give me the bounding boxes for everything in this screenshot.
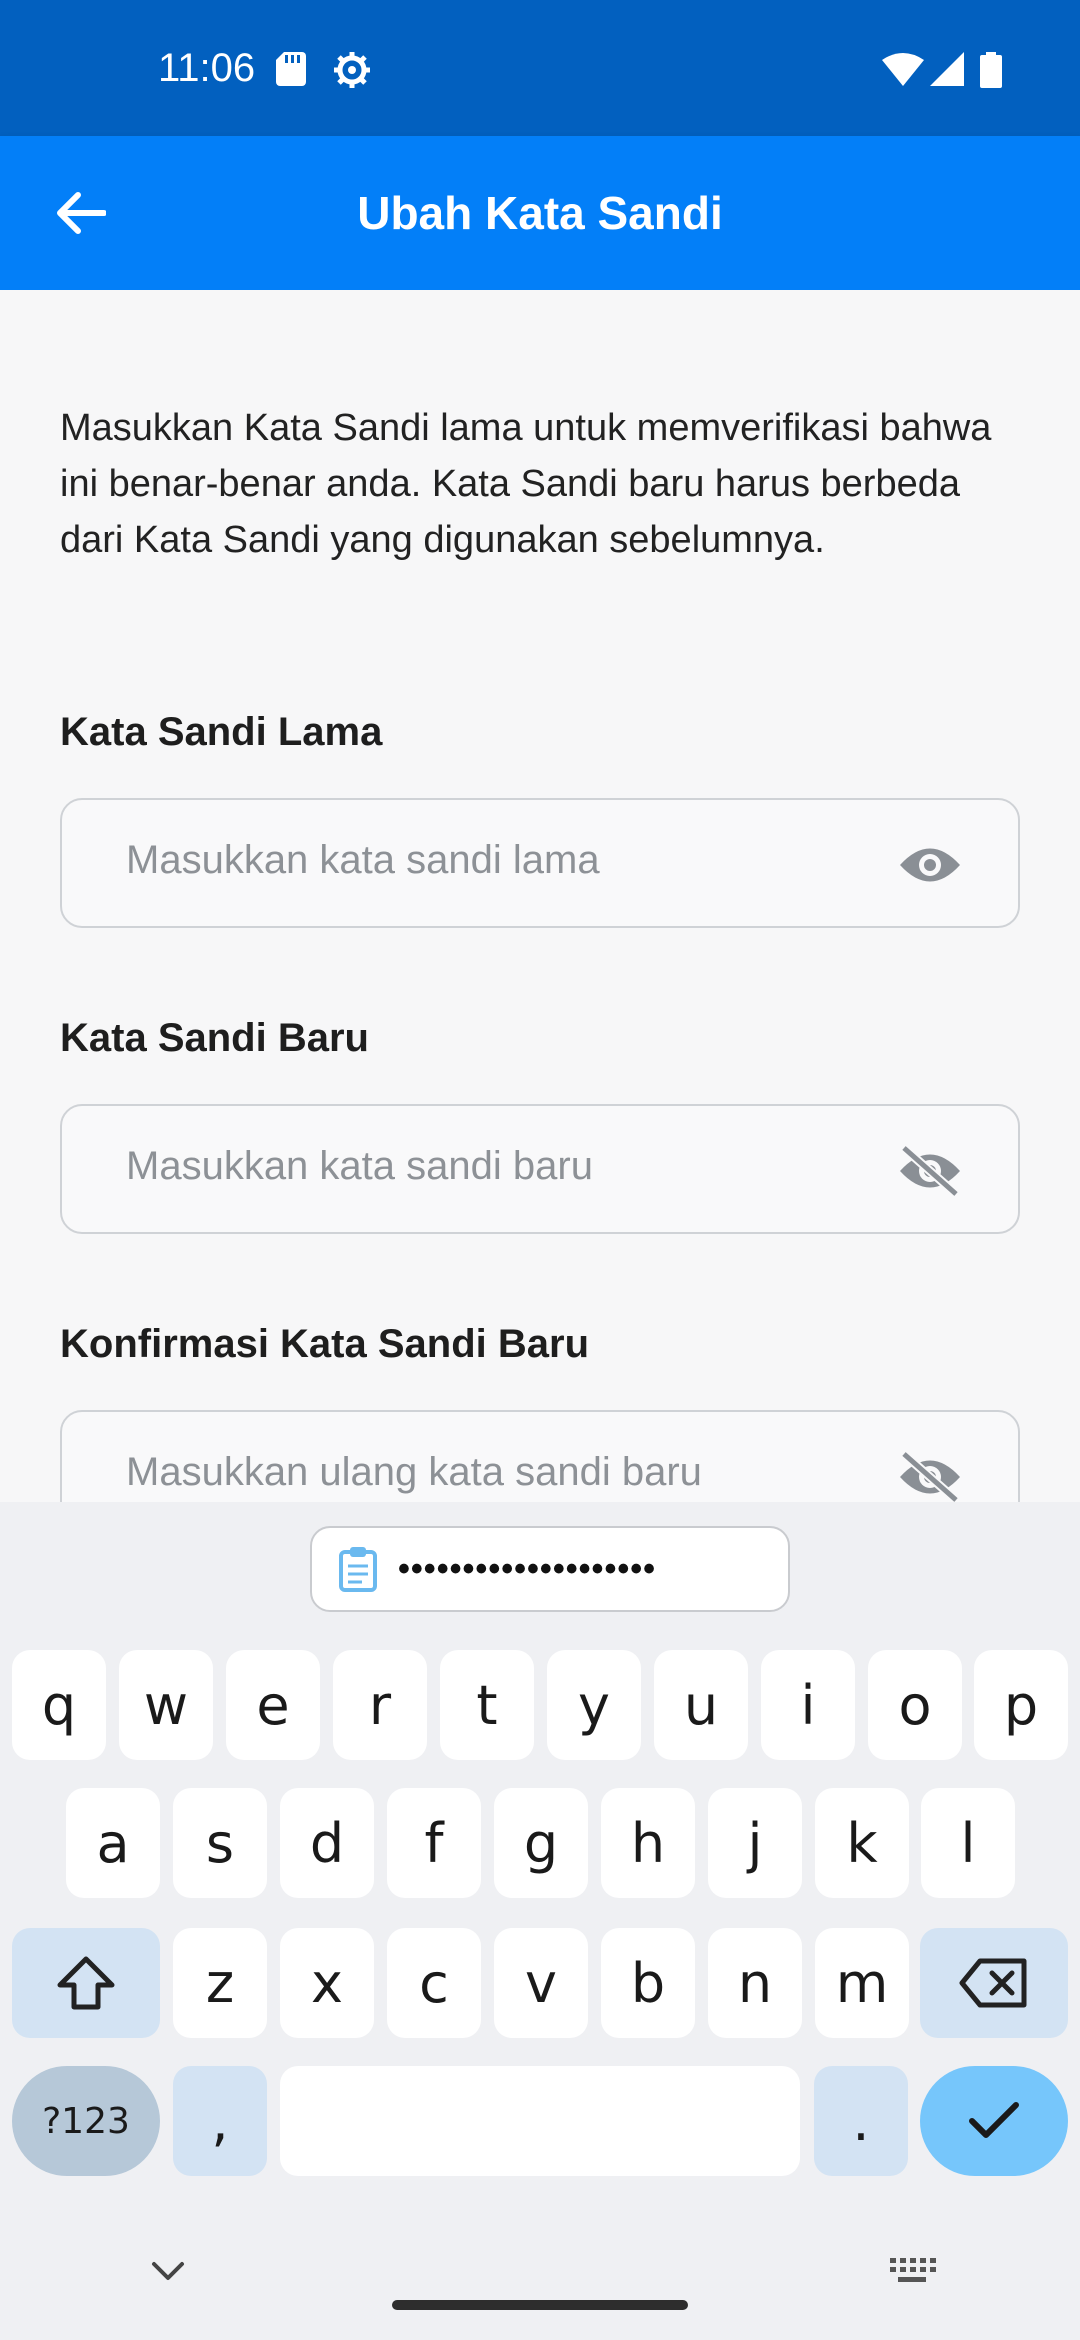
key-q[interactable]: q [12,1650,106,1760]
key-v[interactable]: v [494,1928,588,2038]
status-bar: 11:06 [0,0,1080,136]
key-d[interactable]: d [280,1788,374,1898]
eye-icon[interactable] [898,840,962,890]
key-e[interactable]: e [226,1650,320,1760]
enter-key[interactable] [920,2066,1068,2176]
confirm-password-placeholder: Masukkan ulang kata sandi baru [126,1450,702,1494]
key-w[interactable]: w [119,1650,213,1760]
key-n[interactable]: n [708,1928,802,2038]
key-c[interactable]: c [387,1928,481,2038]
soft-keyboard: •••••••••••••••••••• q w e r t y u i o p… [0,1502,1080,2340]
key-o[interactable]: o [868,1650,962,1760]
key-i[interactable]: i [761,1650,855,1760]
key-g[interactable]: g [494,1788,588,1898]
sdcard-icon [276,52,306,86]
period-key[interactable]: . [814,2066,908,2176]
clipboard-suggestion[interactable]: •••••••••••••••••••• [310,1526,790,1612]
status-time: 11:06 [158,46,256,90]
confirm-password-label: Konfirmasi Kata Sandi Baru [60,1322,590,1366]
key-u[interactable]: u [654,1650,748,1760]
key-y[interactable]: y [547,1650,641,1760]
eye-off-icon[interactable] [898,1146,962,1196]
backspace-key[interactable] [920,1928,1068,2038]
backspace-icon [959,1958,1027,2008]
clipboard-icon [339,1547,377,1592]
shift-icon [57,1956,115,2010]
signal-icon [930,52,964,86]
description-text: Masukkan Kata Sandi lama untuk memverifi… [60,407,992,561]
hide-keyboard-chevron-icon[interactable] [148,2256,188,2286]
confirm-password-field[interactable]: Masukkan ulang kata sandi baru [60,1410,1020,1502]
symbols-key[interactable]: ?123 [12,2066,160,2176]
key-f[interactable]: f [387,1788,481,1898]
form-content: Masukkan Kata Sandi lama untuk memverifi… [0,290,1080,1502]
old-password-field[interactable]: Masukkan kata sandi lama [60,798,1020,928]
keyboard-switch-icon[interactable] [888,2256,936,2286]
settings-icon [334,52,370,88]
clipboard-text: •••••••••••••••••••• [398,1549,657,1588]
new-password-label: Kata Sandi Baru [60,1016,369,1060]
key-x[interactable]: x [280,1928,374,2038]
arrow-left-icon [57,192,106,234]
wifi-icon [882,53,924,86]
comma-key[interactable]: , [173,2066,267,2176]
key-h[interactable]: h [601,1788,695,1898]
key-p[interactable]: p [974,1650,1068,1760]
key-a[interactable]: a [66,1788,160,1898]
new-password-field[interactable]: Masukkan kata sandi baru [60,1104,1020,1234]
key-k[interactable]: k [815,1788,909,1898]
old-password-placeholder: Masukkan kata sandi lama [126,838,600,882]
key-j[interactable]: j [708,1788,802,1898]
old-password-label: Kata Sandi Lama [60,710,383,754]
space-key[interactable] [280,2066,800,2176]
key-t[interactable]: t [440,1650,534,1760]
key-l[interactable]: l [921,1788,1015,1898]
key-s[interactable]: s [173,1788,267,1898]
app-bar: Ubah Kata Sandi [0,136,1080,290]
new-password-placeholder: Masukkan kata sandi baru [126,1144,593,1188]
key-r[interactable]: r [333,1650,427,1760]
key-z[interactable]: z [173,1928,267,2038]
checkmark-icon [969,2102,1019,2138]
page-title: Ubah Kata Sandi [357,187,723,239]
battery-icon [980,52,1002,88]
key-m[interactable]: m [815,1928,909,2038]
shift-key[interactable] [12,1928,160,2038]
back-button[interactable] [40,173,120,253]
home-indicator[interactable] [392,2300,688,2310]
key-b[interactable]: b [601,1928,695,2038]
eye-off-icon[interactable] [898,1452,962,1502]
